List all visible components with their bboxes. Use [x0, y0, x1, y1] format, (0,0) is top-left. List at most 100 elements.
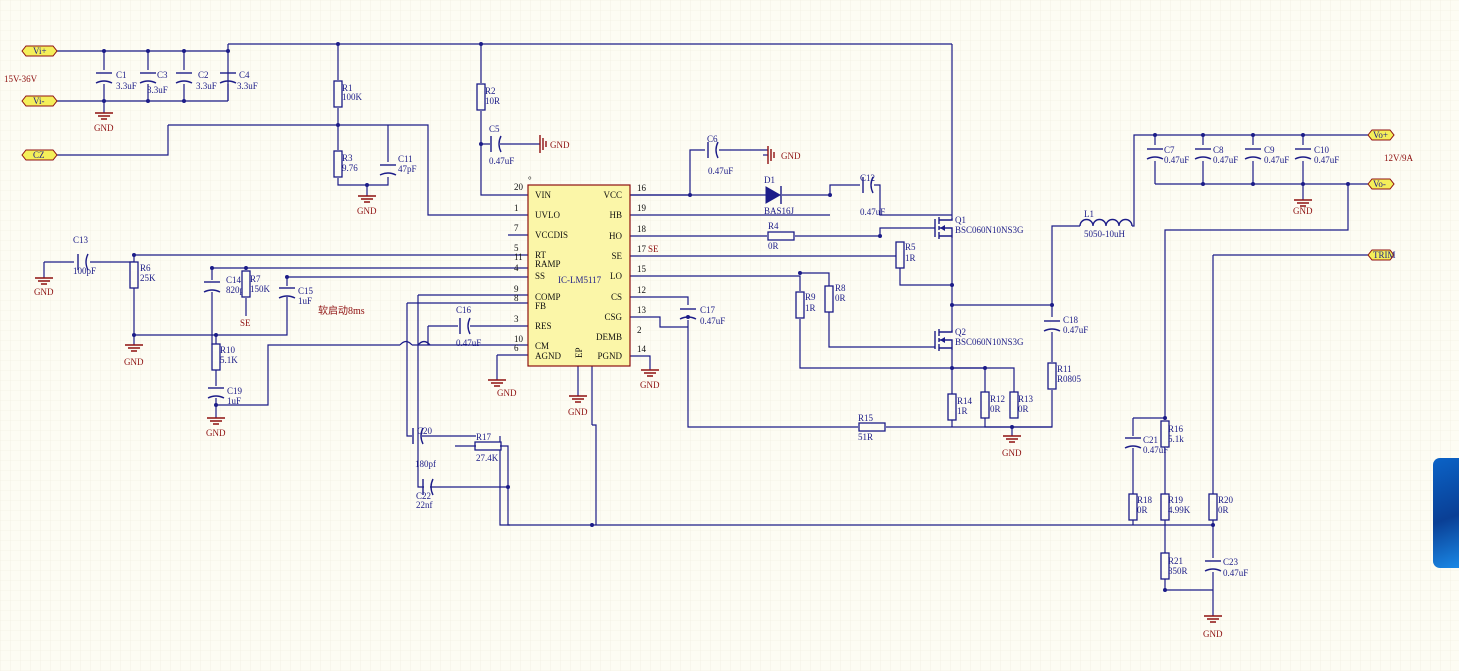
resistor-value: 27.4K: [476, 453, 499, 463]
se-net-label: SE: [240, 318, 251, 328]
port-vout-neg-label: Vo-: [1373, 179, 1386, 189]
ic-pin-name: DEMB: [596, 332, 622, 342]
ic-pin-name: VCCDIS: [535, 230, 568, 240]
resistor-value: 0R: [768, 241, 779, 251]
port-cz-label: CZ: [33, 150, 45, 160]
port-vin-pos-label: Vi+: [33, 46, 47, 56]
ic-part-label: IC-LM5117: [558, 275, 602, 285]
resistor-ref: R15: [858, 413, 874, 423]
capacitor-ref: C16: [456, 305, 472, 315]
capacitor-ref: C18: [1063, 315, 1079, 325]
capacitor-value: 0.47uF: [1213, 155, 1238, 165]
ic-pin-num: 8: [514, 293, 519, 303]
ic-pin-name: VIN: [535, 190, 551, 200]
ic-pin-num: 11: [514, 252, 523, 262]
capacitor-ref: C7: [1164, 145, 1175, 155]
mosfet-value: BSC060N10NS3G: [955, 337, 1024, 347]
mosfet-ref: Q1: [955, 215, 966, 225]
ic-pin-num: 18: [637, 224, 647, 234]
ic-pin-num: 12: [637, 285, 646, 295]
resistor-value: 5.1K: [220, 355, 238, 365]
side-widget-tab[interactable]: [1433, 458, 1459, 568]
resistor-ref: R18: [1137, 495, 1153, 505]
ground-label: GND: [1203, 629, 1223, 639]
capacitor-ref: C11: [398, 154, 413, 164]
port-vout-pos[interactable]: Vo+: [1367, 129, 1395, 141]
resistor-ref: R20: [1218, 495, 1234, 505]
ic-pin-name: AGND: [535, 351, 561, 361]
resistor-value: 5.1k: [1168, 434, 1184, 444]
capacitor-value: 180pf: [415, 459, 436, 469]
capacitor-value: 0.47uF: [1314, 155, 1339, 165]
resistor-ref: R14: [957, 396, 973, 406]
ic-pin-num: 1: [514, 203, 519, 213]
ic-pin-num: 17: [637, 244, 647, 254]
resistor-ref: R3: [342, 153, 353, 163]
ground-label: GND: [34, 287, 54, 297]
ic-lm5117[interactable]: ° IC-LM5117 EP 20VIN1UVLO7VCCDIS5RT11RAM…: [514, 175, 647, 367]
resistor-ref: R11: [1057, 364, 1072, 374]
capacitor-value: 3.3uF: [196, 81, 217, 91]
capacitor-ref: C2: [198, 70, 209, 80]
resistor-value: 9.76: [342, 163, 358, 173]
ic-pin-name: CM: [535, 341, 549, 351]
port-vout-neg[interactable]: Vo-: [1367, 178, 1395, 190]
capacitor-value: 3.3uF: [237, 81, 258, 91]
ground-label: GND: [94, 123, 114, 133]
resistor-value: 1R: [957, 406, 968, 416]
ground-label: GND: [1293, 206, 1313, 216]
ic-pin-name: HO: [609, 231, 622, 241]
capacitor-ref: C6: [707, 134, 718, 144]
resistor-ref: R13: [1018, 394, 1034, 404]
capacitor-value: 0.47uF: [489, 156, 514, 166]
capacitor-value: 3.3uF: [116, 81, 137, 91]
capacitor-value: 22nf: [416, 500, 433, 510]
capacitor-ref: C17: [700, 305, 716, 315]
capacitor-ref: C23: [1223, 557, 1239, 567]
diode-ref: D1: [764, 175, 775, 185]
ic-pin-name: RAMP: [535, 259, 561, 269]
ic-pin-num: 13: [637, 305, 647, 315]
ic-pin-num: 6: [514, 343, 519, 353]
inductor-value: 5050-10uH: [1084, 229, 1125, 239]
capacitor-value: 0.47uF: [1264, 155, 1289, 165]
resistor-ref: R21: [1168, 556, 1183, 566]
resistor-r16[interactable]: R165.1k: [1160, 420, 1184, 448]
port-vin-neg[interactable]: Vi-: [21, 95, 58, 107]
port-vin-pos[interactable]: Vi+: [21, 45, 58, 57]
resistor-ref: R6: [140, 263, 151, 273]
resistor-value: 10R: [485, 96, 500, 106]
resistor-value: R0805: [1057, 374, 1082, 384]
resistor-ref: R7: [250, 274, 261, 284]
ic-pin-name: VCC: [603, 190, 622, 200]
capacitor-ref: C14: [226, 275, 242, 285]
port-vin-neg-label: Vi-: [33, 96, 44, 106]
ic-ep-label: EP: [574, 347, 584, 358]
capacitor-value: 0.47uF: [860, 207, 885, 217]
resistor-value: 25K: [140, 273, 156, 283]
capacitor-value: 47pF: [398, 164, 417, 174]
input-range-note: 15V-36V: [4, 74, 38, 84]
output-spec-note: 12V/9A: [1384, 153, 1414, 163]
capacitor-value: 3.3uF: [147, 85, 168, 95]
capacitor-value: 0.47uF: [456, 338, 481, 348]
resistor-ref: R19: [1168, 495, 1184, 505]
ic-pin-name: FB: [535, 301, 546, 311]
resistor-value: 1R: [905, 253, 916, 263]
port-trim-label: TRIM: [1373, 250, 1396, 260]
port-trim[interactable]: TRIM: [1367, 249, 1396, 261]
ic-pin-name: HB: [609, 210, 622, 220]
ic-pin-num: 14: [637, 344, 647, 354]
capacitor-ref: C19: [227, 386, 243, 396]
resistor-ref: R17: [476, 432, 492, 442]
resistor-value: 0R: [990, 404, 1001, 414]
resistor-value: 0R: [835, 293, 846, 303]
capacitor-ref: C10: [1314, 145, 1330, 155]
ic-pin-name: CS: [611, 292, 622, 302]
ic-pin-name: SE: [611, 251, 622, 261]
ic-pin-num: 16: [637, 183, 647, 193]
port-cz[interactable]: CZ: [21, 149, 58, 161]
ic-pin-num: 7: [514, 223, 519, 233]
ic-pin-name: RES: [535, 321, 552, 331]
resistor-ref: R12: [990, 394, 1005, 404]
